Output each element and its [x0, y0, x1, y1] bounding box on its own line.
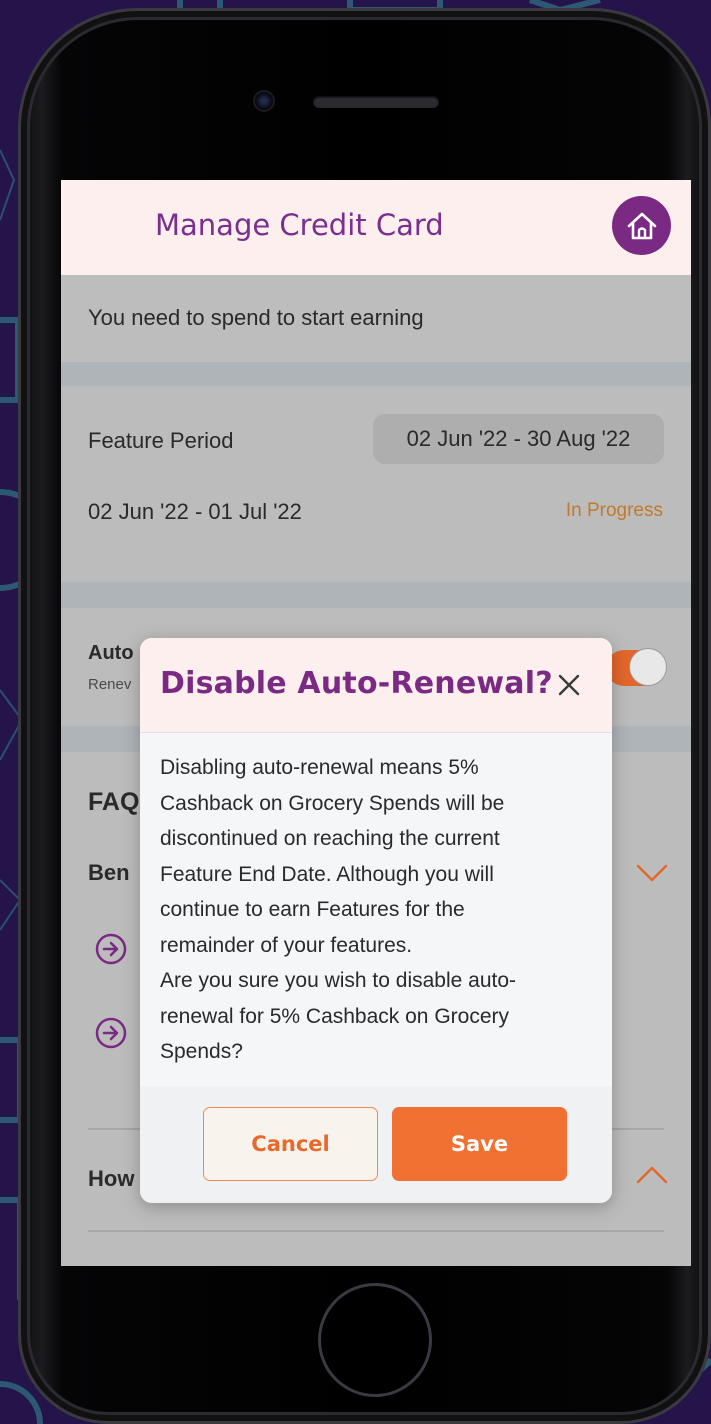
- dialog-message-line: renewal for 5% Cashback on Grocery: [160, 1004, 509, 1028]
- arrow-circle-icon: [95, 933, 127, 965]
- home-icon: [627, 212, 656, 239]
- chevron-down-icon[interactable]: [635, 862, 669, 884]
- dialog-message-line: Feature End Date. Although you will: [160, 862, 494, 886]
- speaker-grille: [313, 96, 439, 108]
- auto-renewal-subtitle: Renev: [88, 676, 132, 693]
- dialog-message-line: Are you sure you wish to disable auto-: [160, 969, 517, 992]
- faq-divider: [88, 1230, 664, 1232]
- dialog-message-line: remainder of your features.: [160, 933, 413, 957]
- dialog-title: Disable Auto-Renewal?: [160, 666, 553, 701]
- arrow-circle-icon: [95, 1017, 127, 1049]
- section-divider: [61, 362, 691, 386]
- feature-period-label: Feature Period: [88, 428, 234, 453]
- app-header: Manage Credit Card: [61, 180, 691, 275]
- section-divider: [61, 582, 691, 608]
- faq-title: FAQ: [88, 788, 140, 816]
- faq-question-benefits[interactable]: Ben: [88, 860, 130, 886]
- cancel-button[interactable]: Cancel: [203, 1107, 378, 1181]
- close-icon[interactable]: [554, 670, 584, 700]
- feature-period-card: Feature Period 02 Jun '22 - 30 Aug '22 0…: [61, 386, 691, 582]
- feature-period-range: 02 Jun '22 - 30 Aug '22: [373, 414, 664, 464]
- phone-home-button[interactable]: [318, 1283, 432, 1397]
- front-camera: [253, 90, 275, 112]
- dialog-message-line: Disabling auto-renewal means 5%: [160, 756, 479, 779]
- disable-auto-renewal-dialog: Disable Auto-Renewal? Disabling auto-ren…: [140, 638, 612, 1203]
- dialog-message-line: continue to earn Features for the: [160, 898, 465, 921]
- save-button[interactable]: Save: [392, 1107, 567, 1181]
- dialog-message: Disabling auto-renewal means 5% Cashback…: [160, 750, 600, 1070]
- dialog-message-line: discontinued on reaching the current: [160, 827, 500, 850]
- dialog-header: Disable Auto-Renewal?: [140, 638, 612, 733]
- toggle-knob: [629, 648, 667, 686]
- faq-question-how[interactable]: How: [88, 1166, 134, 1192]
- spend-message: You need to spend to start earning: [88, 305, 424, 330]
- page-title: Manage Credit Card: [155, 208, 444, 242]
- home-button[interactable]: [612, 196, 671, 255]
- auto-renewal-title: Auto: [88, 642, 134, 664]
- spend-message-row: You need to spend to start earning: [61, 275, 691, 362]
- dialog-message-line: Cashback on Grocery Spends will be: [160, 791, 505, 815]
- dialog-actions: Cancel Save: [140, 1086, 612, 1203]
- status-badge: In Progress: [565, 500, 663, 521]
- dialog-message-line: Spends?: [160, 1040, 243, 1063]
- current-cycle-range: 02 Jun '22 - 01 Jul '22: [88, 499, 302, 524]
- chevron-up-icon[interactable]: [635, 1164, 669, 1186]
